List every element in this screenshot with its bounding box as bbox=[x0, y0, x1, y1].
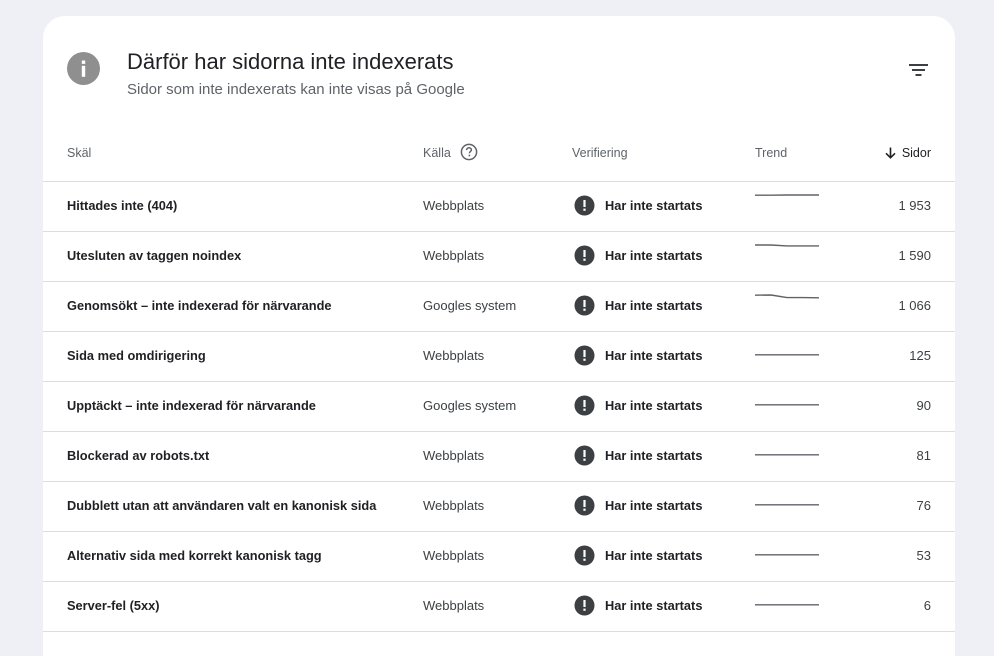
source-cell: Webbplats bbox=[423, 348, 484, 363]
exclamation-icon bbox=[574, 495, 595, 516]
trend-sparkline bbox=[754, 193, 820, 212]
verification-status: Har inte startats bbox=[605, 498, 702, 513]
trend-sparkline bbox=[754, 343, 820, 362]
verification-status: Har inte startats bbox=[605, 348, 702, 363]
exclamation-icon bbox=[574, 295, 595, 316]
source-cell: Webbplats bbox=[423, 448, 484, 463]
table-header: Skäl Källa Verifiering Trend Sidor bbox=[43, 126, 955, 182]
pages-count: 90 bbox=[917, 398, 931, 413]
trend-sparkline bbox=[754, 243, 820, 262]
trend-sparkline bbox=[754, 593, 820, 612]
reason-cell: Genomsökt – inte indexerad för närvarand… bbox=[67, 298, 332, 313]
verification-status: Har inte startats bbox=[605, 598, 702, 613]
table-row[interactable]: Sida med omdirigering Webbplats Har inte s… bbox=[43, 332, 955, 382]
pages-count: 6 bbox=[924, 598, 931, 613]
pages-count: 53 bbox=[917, 548, 931, 563]
source-cell: Googles system bbox=[423, 398, 516, 413]
column-header-reason[interactable]: Skäl bbox=[67, 146, 91, 160]
column-header-source[interactable]: Källa bbox=[423, 146, 451, 160]
trend-sparkline bbox=[754, 493, 820, 512]
pages-count: 81 bbox=[917, 448, 931, 463]
trend-sparkline bbox=[754, 543, 820, 562]
trend-sparkline bbox=[754, 293, 820, 312]
verification-status: Har inte startats bbox=[605, 248, 702, 263]
source-cell: Googles system bbox=[423, 298, 516, 313]
reason-cell: Sida med omdirigering bbox=[67, 348, 206, 363]
source-cell: Webbplats bbox=[423, 498, 484, 513]
reason-cell: Alternativ sida med korrekt kanonisk tag… bbox=[67, 548, 322, 563]
arrow-down-icon bbox=[885, 147, 896, 159]
reasons-table: Skäl Källa Verifiering Trend Sidor Hitta… bbox=[43, 126, 955, 632]
trend-sparkline bbox=[754, 443, 820, 462]
pages-count: 1 953 bbox=[898, 198, 931, 213]
reason-cell: Utesluten av taggen noindex bbox=[67, 248, 241, 263]
table-row[interactable]: Hittades inte (404) Webbplats Har inte sta… bbox=[43, 182, 955, 232]
exclamation-icon bbox=[574, 345, 595, 366]
column-header-verification[interactable]: Verifiering bbox=[572, 146, 628, 160]
verification-status: Har inte startats bbox=[605, 198, 702, 213]
table-row[interactable]: Dubblett utan att användaren valt en kan… bbox=[43, 482, 955, 532]
pages-count: 125 bbox=[909, 348, 931, 363]
source-cell: Webbplats bbox=[423, 548, 484, 563]
source-cell: Webbplats bbox=[423, 598, 484, 613]
verification-status: Har inte startats bbox=[605, 548, 702, 563]
reasons-card: Därför har sidorna inte indexerats Sidor… bbox=[43, 16, 955, 656]
exclamation-icon bbox=[574, 395, 595, 416]
sparkline-line bbox=[755, 245, 819, 246]
table-row[interactable]: Server-fel (5xx) Webbplats Har inte starta… bbox=[43, 582, 955, 632]
table-row[interactable]: Upptäckt – inte indexerad för närvarande… bbox=[43, 382, 955, 432]
page-subtitle: Sidor som inte indexerats kan inte visas… bbox=[127, 81, 465, 98]
table-row[interactable]: Alternativ sida med korrekt kanonisk tag… bbox=[43, 532, 955, 582]
verification-status: Har inte startats bbox=[605, 448, 702, 463]
pages-count: 76 bbox=[917, 498, 931, 513]
column-header-pages-label: Sidor bbox=[902, 146, 931, 160]
sparkline-line bbox=[755, 295, 819, 298]
card-header: Därför har sidorna inte indexerats Sidor… bbox=[43, 16, 955, 126]
column-header-trend: Trend bbox=[755, 146, 787, 160]
table-row[interactable]: Blockerad av robots.txt Webbplats Har inte… bbox=[43, 432, 955, 482]
reason-cell: Upptäckt – inte indexerad för närvarande bbox=[67, 398, 316, 413]
page-title: Därför har sidorna inte indexerats bbox=[127, 49, 454, 75]
column-header-pages[interactable]: Sidor bbox=[885, 146, 931, 160]
table-row[interactable]: Genomsökt – inte indexerad för närvarand… bbox=[43, 282, 955, 332]
exclamation-icon bbox=[574, 595, 595, 616]
reason-cell: Blockerad av robots.txt bbox=[67, 448, 209, 463]
exclamation-icon bbox=[574, 195, 595, 216]
trend-sparkline bbox=[754, 393, 820, 412]
source-cell: Webbplats bbox=[423, 198, 484, 213]
source-cell: Webbplats bbox=[423, 248, 484, 263]
filter-icon bbox=[905, 58, 933, 82]
filter-button[interactable] bbox=[905, 58, 933, 82]
table-body: Hittades inte (404) Webbplats Har inte sta… bbox=[43, 182, 955, 632]
pages-count: 1 590 bbox=[898, 248, 931, 263]
exclamation-icon bbox=[574, 545, 595, 566]
verification-status: Har inte startats bbox=[605, 298, 702, 313]
verification-status: Har inte startats bbox=[605, 398, 702, 413]
table-row[interactable]: Utesluten av taggen noindex Webbplats Har … bbox=[43, 232, 955, 282]
exclamation-icon bbox=[574, 245, 595, 266]
reason-cell: Dubblett utan att användaren valt en kan… bbox=[67, 498, 376, 513]
info-icon bbox=[67, 52, 100, 85]
exclamation-icon bbox=[574, 445, 595, 466]
help-icon[interactable] bbox=[460, 143, 478, 164]
reason-cell: Server-fel (5xx) bbox=[67, 598, 159, 613]
reason-cell: Hittades inte (404) bbox=[67, 198, 177, 213]
pages-count: 1 066 bbox=[898, 298, 931, 313]
